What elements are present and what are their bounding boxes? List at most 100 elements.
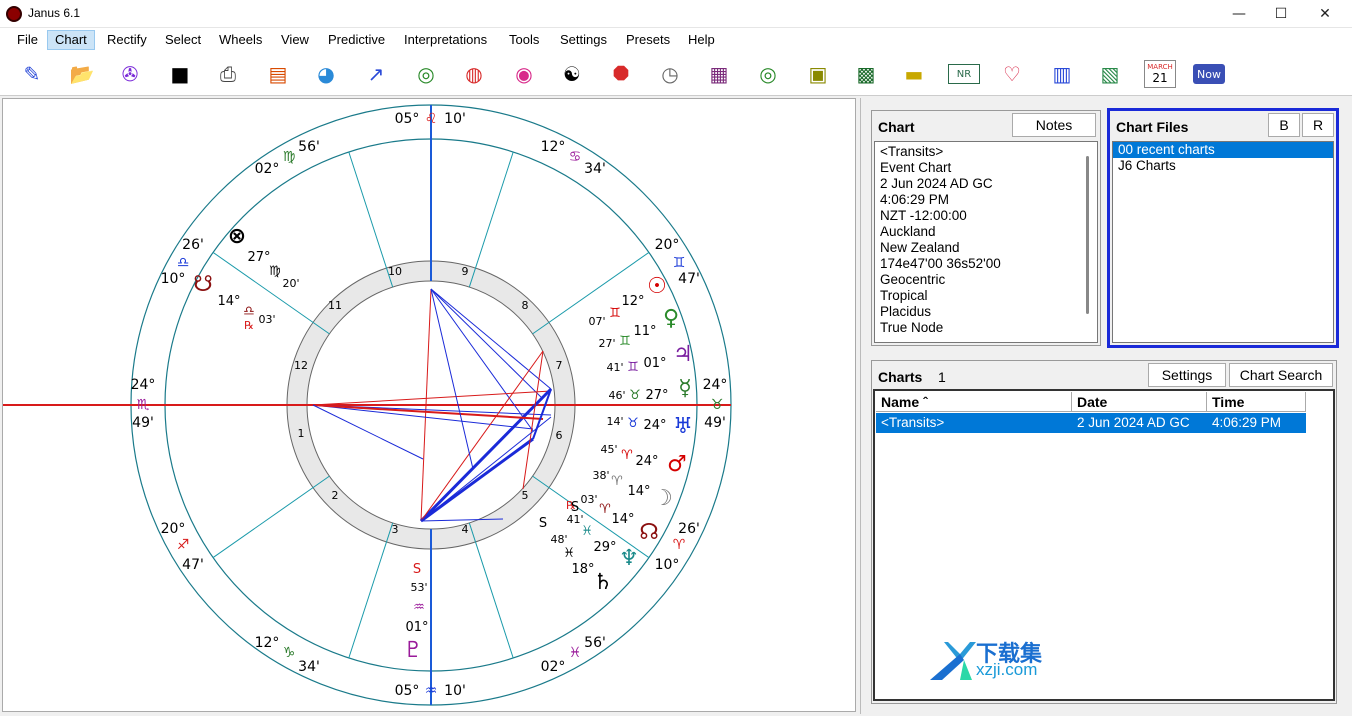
planet-minute: 41': [606, 361, 623, 374]
planet-glyph-icon[interactable]: ♇: [403, 638, 423, 663]
station-label: S: [413, 562, 421, 577]
cusp-degree-label: 47': [182, 557, 204, 573]
chart-list-icon[interactable]: ▤: [262, 60, 294, 88]
column-time[interactable]: Time: [1207, 392, 1306, 412]
transit-wheel-icon[interactable]: ◍: [458, 60, 490, 88]
menu-wheels[interactable]: Wheels: [212, 30, 269, 50]
table-icon[interactable]: ▥: [1046, 60, 1078, 88]
graph-icon[interactable]: ▧: [1094, 60, 1126, 88]
minimize-button[interactable]: —: [1216, 0, 1262, 28]
b-button[interactable]: B: [1268, 113, 1300, 137]
square-grid-icon[interactable]: ▣: [802, 60, 834, 88]
planet-glyph-icon[interactable]: ☉: [647, 274, 667, 299]
grid-icon[interactable]: ▦: [703, 60, 735, 88]
cusp-degree-label: 02°: [255, 161, 280, 177]
cusp-degree-label: 05°: [395, 683, 420, 699]
house-number: 9: [462, 265, 469, 278]
cusp-degree-label: 24°: [703, 377, 728, 393]
cusp-degree-label: 56': [298, 139, 320, 155]
list-item[interactable]: J6 Charts: [1113, 158, 1333, 174]
planet-glyph-icon[interactable]: ☋: [193, 272, 213, 297]
zodiac-sign-glyph: ♋: [569, 149, 582, 165]
menu-file[interactable]: File: [10, 30, 45, 50]
chart-detail-line: <Transits>: [880, 144, 944, 159]
print-icon[interactable]: ⎙: [212, 60, 244, 88]
notes-button[interactable]: Notes: [1012, 113, 1096, 137]
clock-icon[interactable]: ◷: [654, 60, 686, 88]
cusp-degree-label: 10': [444, 683, 466, 699]
planet-glyph-icon[interactable]: ♃: [673, 342, 693, 367]
column-name[interactable]: Name ˆ: [876, 392, 1072, 412]
menu-predictive[interactable]: Predictive: [321, 30, 392, 50]
zodiac-sign-glyph: ♒: [425, 683, 438, 699]
dial-icon[interactable]: ◉: [508, 60, 540, 88]
cusp-degree-label: 12°: [541, 139, 566, 155]
retrograde-icon: ℞: [244, 319, 254, 332]
menu-rectify[interactable]: Rectify: [100, 30, 154, 50]
planet-glyph-icon[interactable]: ☿: [678, 376, 692, 401]
menu-help[interactable]: Help: [681, 30, 722, 50]
scrollbar[interactable]: [1086, 156, 1089, 314]
r-button[interactable]: R: [1302, 113, 1334, 137]
planet-glyph-icon[interactable]: ♅: [673, 414, 693, 439]
chart-detail-line: 174e47'00 36s52'00: [880, 256, 1001, 271]
chart-detail-line: New Zealand: [880, 240, 960, 255]
menu-presets[interactable]: Presets: [619, 30, 677, 50]
octagon-icon[interactable]: ⯃: [605, 60, 637, 88]
new-chart-icon[interactable]: 📂: [66, 60, 98, 88]
planet-glyph-icon[interactable]: ♀: [663, 306, 679, 331]
menu-chart[interactable]: Chart: [47, 30, 95, 50]
list-item[interactable]: 00 recent charts: [1113, 142, 1333, 158]
sign-wheel-icon[interactable]: ◕: [310, 60, 342, 88]
close-button[interactable]: ✕: [1302, 0, 1348, 28]
planet-sign-glyph: ♒: [413, 600, 425, 615]
hearts-icon[interactable]: ♡: [996, 60, 1028, 88]
world-map-icon[interactable]: ▩: [850, 60, 882, 88]
target-icon[interactable]: ◎: [752, 60, 784, 88]
zodiac-sign-glyph: ♌: [425, 111, 438, 127]
now-button[interactable]: Now: [1193, 64, 1225, 84]
planet-glyph-icon[interactable]: ⊗: [228, 224, 246, 249]
planet-glyph-icon[interactable]: ♄: [593, 570, 613, 595]
cusp-degree-label: 34': [584, 161, 606, 177]
chart-search-button[interactable]: Chart Search: [1229, 363, 1333, 387]
yin-yang-icon[interactable]: ☯: [556, 60, 588, 88]
planet-glyph-icon[interactable]: ☽: [653, 486, 673, 511]
nr-icon[interactable]: NR: [948, 64, 980, 84]
menu-settings[interactable]: Settings: [553, 30, 614, 50]
planet-glyph-icon[interactable]: ☊: [639, 520, 659, 545]
calendar-icon[interactable]: MARCH 21: [1144, 60, 1176, 88]
save-icon[interactable]: ■: [164, 60, 196, 88]
settings-button[interactable]: Settings: [1148, 363, 1226, 387]
menu-tools[interactable]: Tools: [502, 30, 546, 50]
menu-select[interactable]: Select: [158, 30, 208, 50]
charts-title: Charts: [878, 369, 923, 385]
transits-icon[interactable]: ↗: [360, 60, 392, 88]
planet-minute: 48': [550, 533, 567, 546]
planet-degree: 01°: [405, 620, 428, 635]
right-panel: Chart Notes <Transits> Event Chart 2 Jun 2…: [860, 98, 1352, 714]
menu-interpretations[interactable]: Interpretations: [397, 30, 494, 50]
biwheel-icon[interactable]: ◎: [410, 60, 442, 88]
house-number: 4: [462, 523, 469, 536]
planet-degree: 12°: [621, 294, 644, 309]
planet-minute: 45': [600, 443, 617, 456]
column-date[interactable]: Date: [1072, 392, 1207, 412]
open-chart-icon[interactable]: ✎: [16, 60, 48, 88]
house-cusp-line: [468, 151, 514, 288]
car-icon[interactable]: ▬: [898, 60, 930, 88]
watermark-url: xzji.com: [976, 660, 1038, 679]
cusp-degree-label: 56': [584, 635, 606, 651]
chart-detail-line: True Node: [880, 320, 944, 335]
planet-minute: 03': [258, 313, 275, 326]
planet-glyph-icon[interactable]: ♂: [667, 452, 687, 477]
wheel-zoom-icon[interactable]: ✇: [114, 60, 146, 88]
title-bar: Janus 6.1 — ☐ ✕: [0, 0, 1352, 28]
planet-minute: 53': [410, 581, 427, 594]
table-row[interactable]: <Transits> 2 Jun 2024 AD GC 4:06:29 PM: [876, 413, 1306, 433]
menu-view[interactable]: View: [274, 30, 316, 50]
planet-degree: 14°: [217, 294, 240, 309]
maximize-button[interactable]: ☐: [1258, 0, 1304, 28]
planet-glyph-icon[interactable]: ♆: [619, 546, 639, 571]
cusp-degree-label: 10°: [655, 557, 680, 573]
